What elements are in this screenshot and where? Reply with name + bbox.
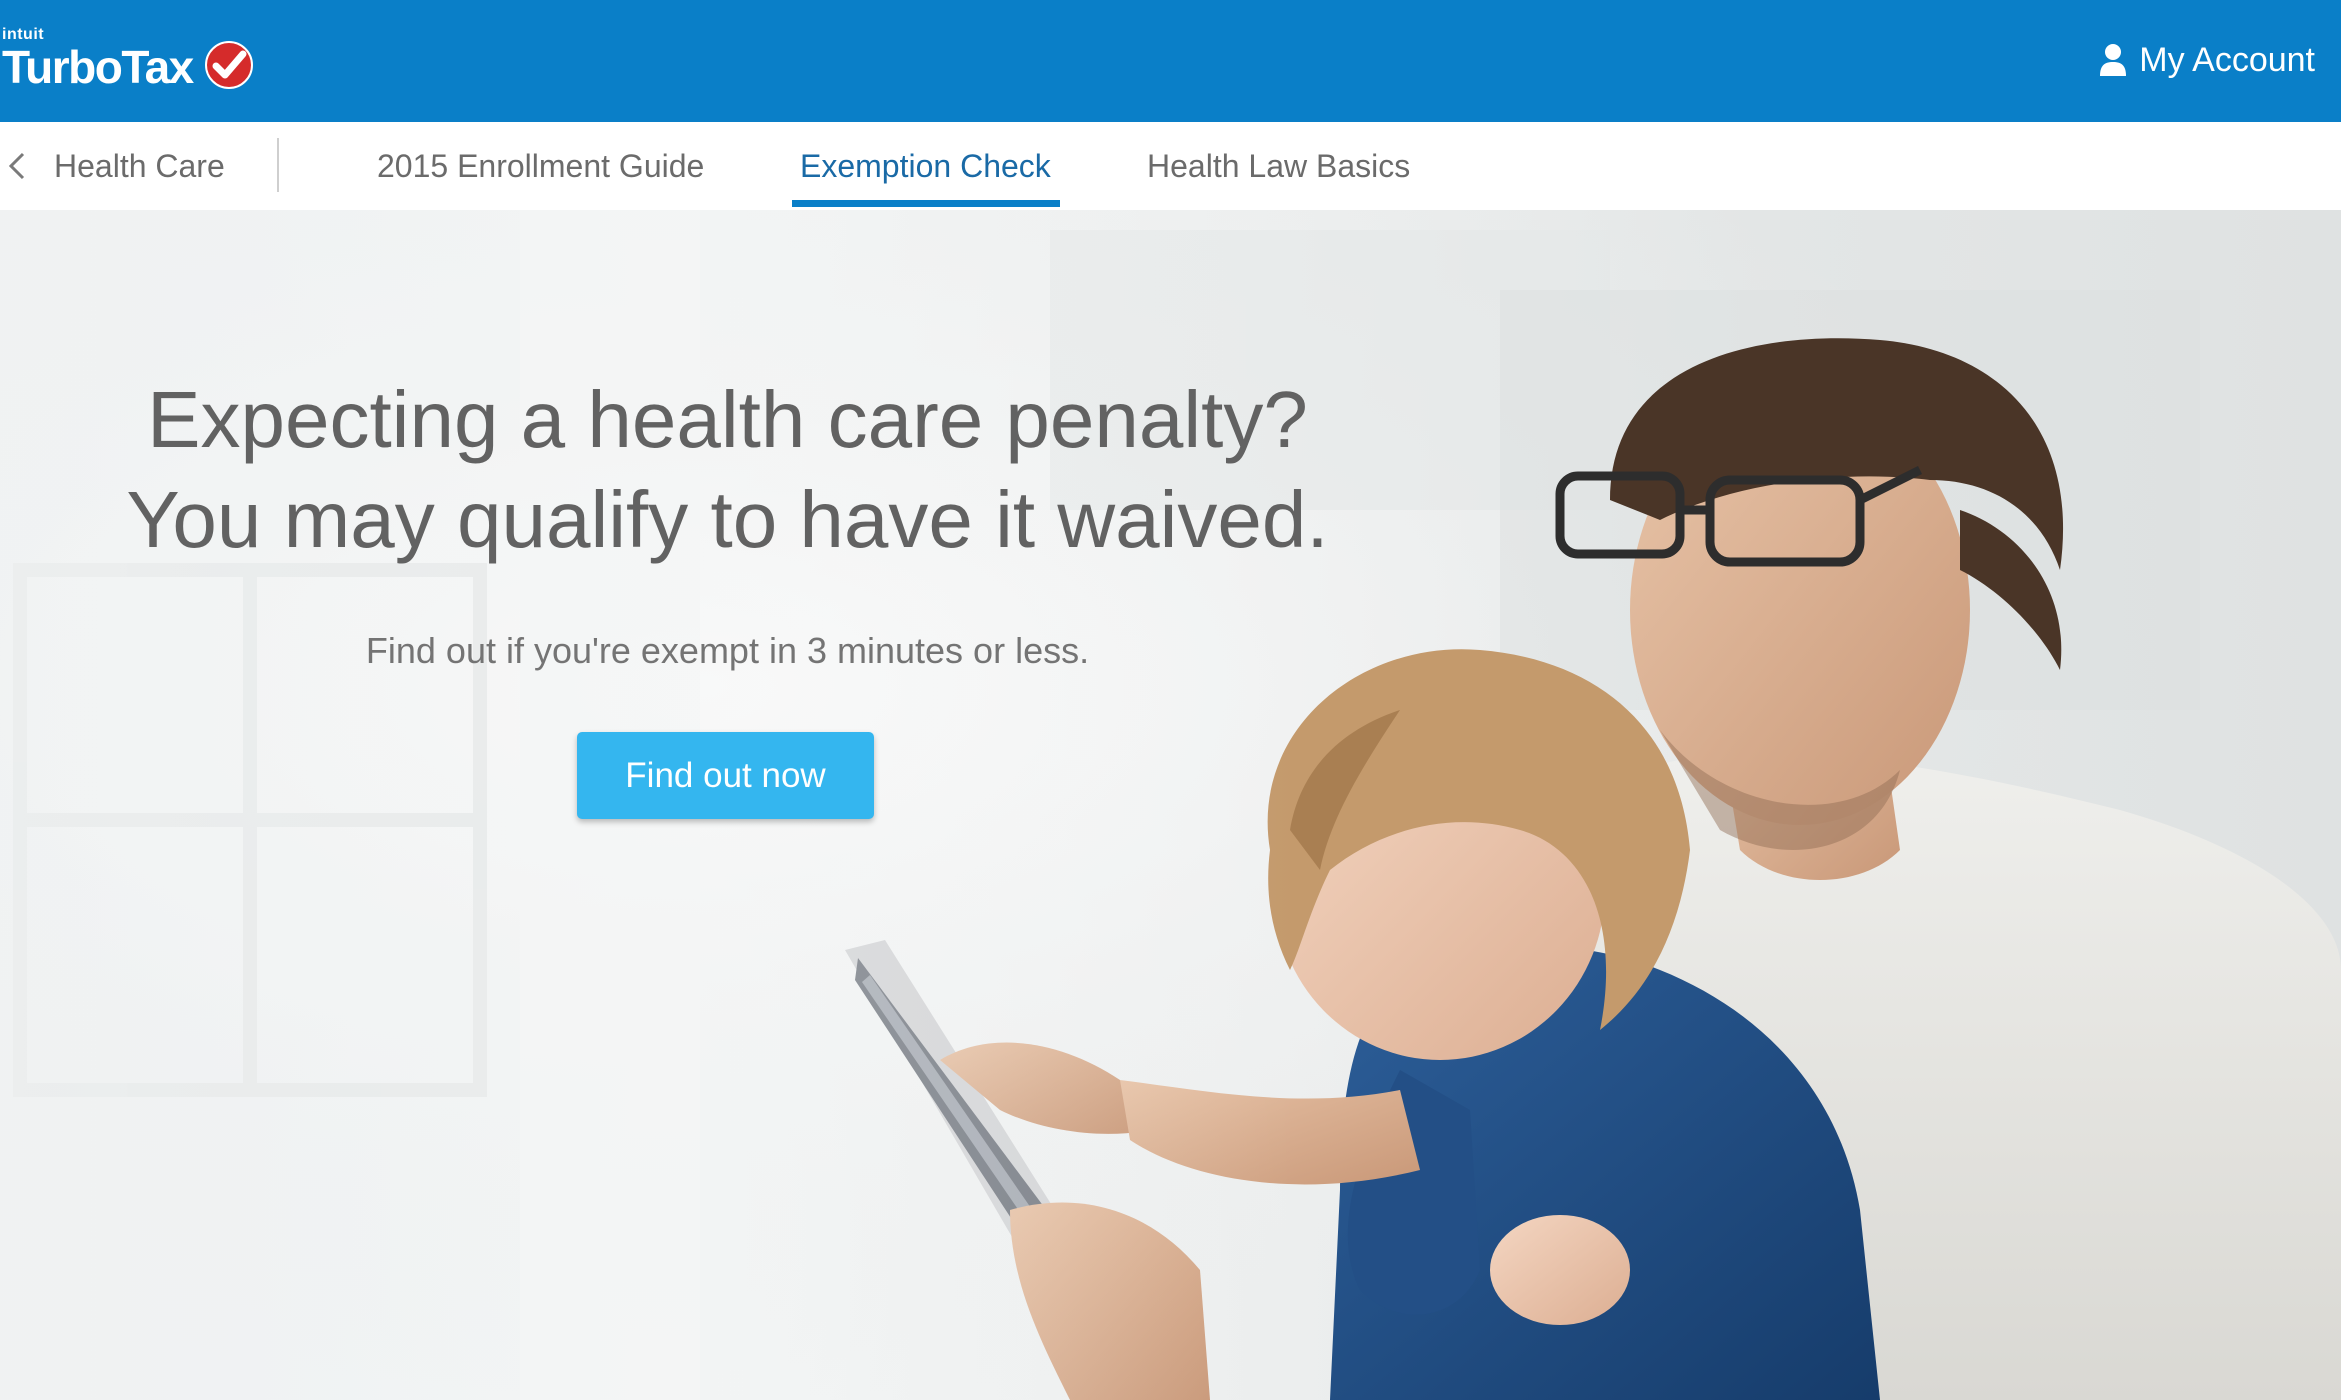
tab-enrollment-guide[interactable]: 2015 Enrollment Guide <box>377 122 704 210</box>
nav-divider <box>277 138 279 192</box>
hero-subheading: Find out if you're exempt in 3 minutes o… <box>365 630 1090 671</box>
user-icon <box>2100 44 2127 76</box>
hero-section: Expecting a health care penalty? You may… <box>0 210 2341 1400</box>
chevron-left-icon <box>8 152 25 180</box>
tab-exemption-check[interactable]: Exemption Check <box>800 122 1051 210</box>
top-header-bar: intuit TurboTax My Account <box>0 0 2341 122</box>
my-account-link[interactable]: My Account <box>2099 38 2315 82</box>
tab-health-law-basics[interactable]: Health Law Basics <box>1147 122 1410 210</box>
find-out-now-button[interactable]: Find out now <box>577 732 874 819</box>
active-tab-indicator <box>792 200 1060 207</box>
section-nav: Health Care 2015 Enrollment Guide Exempt… <box>0 122 2341 212</box>
my-account-label: My Account <box>2139 40 2315 79</box>
back-to-health-care-link[interactable]: Health Care <box>6 122 225 210</box>
headline-line-1: Expecting a health care penalty? <box>147 375 1308 464</box>
headline-line-2: You may qualify to have it waived. <box>126 475 1329 564</box>
turbotax-wordmark: TurboTax <box>2 41 194 93</box>
back-link-label: Health Care <box>54 147 225 184</box>
checkmark-badge-icon <box>205 41 253 89</box>
hero-headline: Expecting a health care penalty? You may… <box>0 370 1455 570</box>
